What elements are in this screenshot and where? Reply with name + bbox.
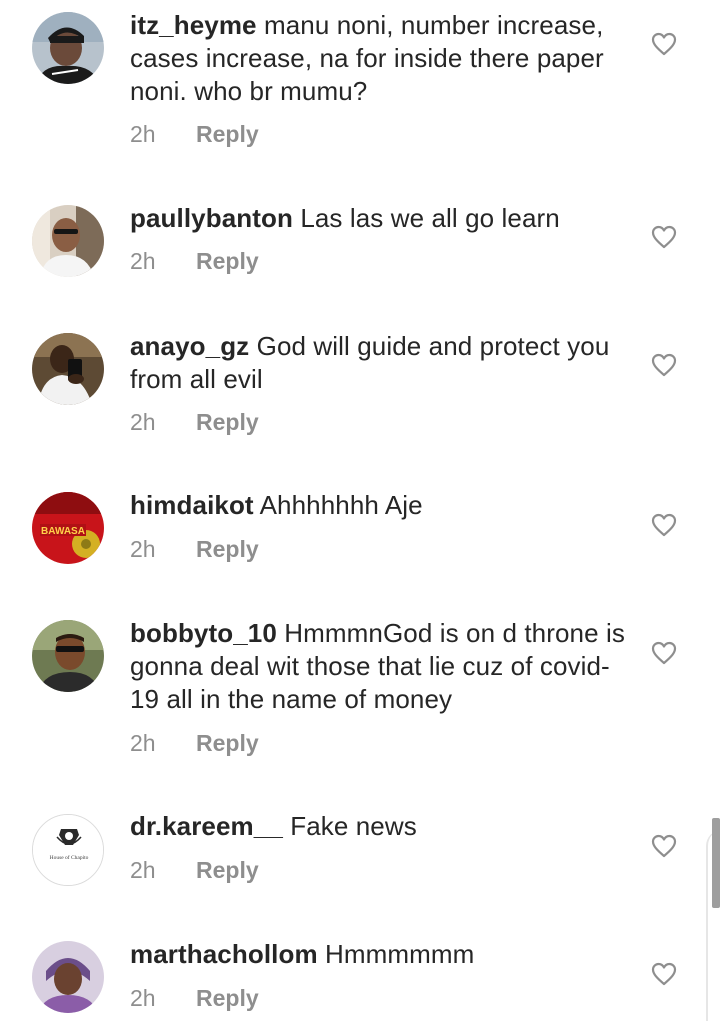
comment-meta: 2h Reply <box>130 409 259 436</box>
comment-text-block: bobbyto_10 HmmmnGod is on d throne is go… <box>130 617 625 716</box>
reply-button[interactable]: Reply <box>196 536 259 562</box>
comment-text-block: himdaikot Ahhhhhhh Aje <box>130 489 625 522</box>
reply-button[interactable]: Reply <box>196 248 259 274</box>
comment-time: 2h <box>130 248 156 274</box>
reply-button[interactable]: Reply <box>196 730 259 756</box>
heart-outline-icon[interactable] <box>651 834 677 858</box>
comment-meta: 2h Reply <box>130 248 259 275</box>
comment-text-block: dr.kareem__ Fake news <box>130 810 625 843</box>
reply-button[interactable]: Reply <box>196 409 259 435</box>
comment-username[interactable]: himdaikot <box>130 490 254 520</box>
comment-meta: 2h Reply <box>130 536 259 563</box>
comment-text: Ahhhhhhh Aje <box>259 490 423 520</box>
comment-username[interactable]: dr.kareem__ <box>130 811 283 841</box>
avatar[interactable] <box>32 12 104 84</box>
comment-time: 2h <box>130 857 156 883</box>
comment-text: Fake news <box>290 811 417 841</box>
avatar[interactable] <box>32 333 104 405</box>
avatar[interactable]: House of Chapito <box>32 814 104 886</box>
comment-username[interactable]: marthachollom <box>130 939 318 969</box>
avatar[interactable] <box>32 205 104 277</box>
comment-meta: 2h Reply <box>130 730 259 757</box>
comment-username[interactable]: paullybanton <box>130 203 293 233</box>
comment-time: 2h <box>130 985 156 1011</box>
scrollbar-thumb[interactable] <box>712 818 720 908</box>
comment-time: 2h <box>130 121 156 147</box>
avatar[interactable] <box>32 620 104 692</box>
heart-outline-icon[interactable] <box>651 962 677 986</box>
reply-button[interactable]: Reply <box>196 121 259 147</box>
comment-text-block: paullybanton Las las we all go learn <box>130 202 625 235</box>
comment-text-block: anayo_gz God will guide and protect you … <box>130 330 625 396</box>
heart-outline-icon[interactable] <box>651 353 677 377</box>
reply-button[interactable]: Reply <box>196 985 259 1011</box>
heart-outline-icon[interactable] <box>651 32 677 56</box>
reply-button[interactable]: Reply <box>196 857 259 883</box>
comment-text: Hmmmmmm <box>325 939 475 969</box>
comments-list: itz_heyme manu noni, number increase, ca… <box>0 0 720 1021</box>
avatar[interactable]: BAWASA <box>32 492 104 564</box>
comment-text-block: itz_heyme manu noni, number increase, ca… <box>130 9 625 108</box>
comment-time: 2h <box>130 536 156 562</box>
comment-time: 2h <box>130 730 156 756</box>
comment-username[interactable]: bobbyto_10 <box>130 618 277 648</box>
comment-username[interactable]: anayo_gz <box>130 331 249 361</box>
heart-outline-icon[interactable] <box>651 641 677 665</box>
heart-outline-icon[interactable] <box>651 513 677 537</box>
comment-username[interactable]: itz_heyme <box>130 10 257 40</box>
heart-outline-icon[interactable] <box>651 225 677 249</box>
comment-meta: 2h Reply <box>130 121 259 148</box>
avatar[interactable] <box>32 941 104 1013</box>
comment-time: 2h <box>130 409 156 435</box>
comment-text-block: marthachollom Hmmmmmm <box>130 938 625 971</box>
avatar-logo-text: House of Chapito <box>50 854 89 861</box>
comment-meta: 2h Reply <box>130 857 259 884</box>
comment-meta: 2h Reply <box>130 985 259 1012</box>
avatar-album-text: BAWASA <box>41 526 85 537</box>
comment-text: Las las we all go learn <box>300 203 560 233</box>
